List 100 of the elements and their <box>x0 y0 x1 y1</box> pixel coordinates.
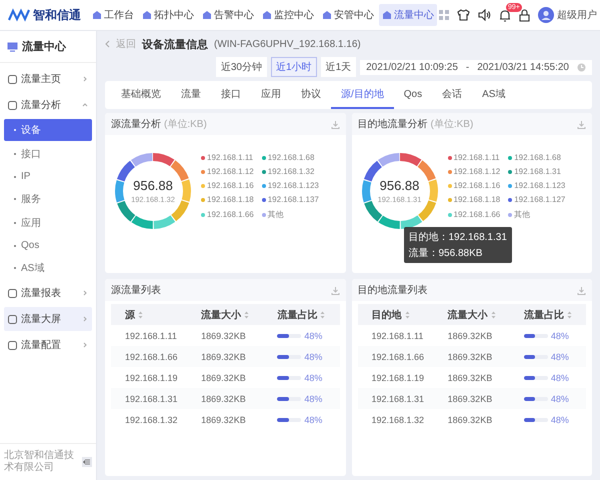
download-icon[interactable] <box>330 286 340 294</box>
sidebar-item[interactable]: 流量主页 <box>4 67 92 91</box>
nav-item[interactable]: 监控中心 <box>259 4 317 26</box>
tab[interactable]: 源/目的地 <box>331 81 394 109</box>
tab[interactable]: 应用 <box>251 81 291 109</box>
time-range-button[interactable]: 近30分钟 <box>216 57 267 77</box>
user-name[interactable]: 超级用户 <box>557 8 597 22</box>
sidebar-item[interactable]: 流量配置 <box>4 333 92 357</box>
sort-icon[interactable] <box>566 310 572 318</box>
legend-label[interactable]: 192.168.1.32 <box>268 167 314 176</box>
sort-icon[interactable] <box>320 310 326 318</box>
legend-label[interactable]: 192.168.1.66 <box>207 210 254 219</box>
legend-label[interactable]: 192.168.1.12 <box>454 167 500 176</box>
nav-item[interactable]: 安管中心 <box>319 4 377 26</box>
column-header[interactable]: 流量占比 <box>263 308 340 322</box>
clock-icon[interactable] <box>577 62 586 72</box>
tab[interactable]: 会话 <box>432 81 472 109</box>
download-icon[interactable] <box>330 120 340 128</box>
download-icon[interactable] <box>577 120 586 128</box>
table-cell-text: 1869.32KB <box>446 394 494 404</box>
tab[interactable]: 基础概览 <box>111 81 171 109</box>
sidebar-item[interactable]: 流量大屏 <box>4 307 92 331</box>
total-value: 956.88 <box>380 178 420 193</box>
legend-label[interactable]: 192.168.1.123 <box>514 181 566 190</box>
avatar-icon[interactable] <box>538 7 554 23</box>
sort-icon[interactable] <box>244 310 250 318</box>
share-value: 48% <box>304 352 322 362</box>
legend-label[interactable]: 192.168.1.31 <box>514 167 561 176</box>
column-header[interactable]: 源 <box>111 308 188 322</box>
table-cell-text: 1869.32KB <box>200 414 247 424</box>
share-value: 48% <box>550 352 569 362</box>
column-header[interactable]: 目的地 <box>358 308 434 322</box>
column-header[interactable]: 流量大小 <box>434 308 510 322</box>
collapse-icon[interactable] <box>82 457 92 467</box>
legend-label[interactable]: 192.168.1.11 <box>207 153 254 162</box>
sidebar-subitem[interactable]: 应用 <box>4 212 92 234</box>
nav-item[interactable]: 工作台 <box>89 4 137 26</box>
speaker-icon[interactable] <box>478 9 491 21</box>
legend-label[interactable]: 192.168.1.68 <box>514 153 561 162</box>
time-range-button[interactable]: 近1小时 <box>271 57 317 77</box>
legend-label[interactable]: 192.168.1.127 <box>514 195 566 204</box>
share-value: 48% <box>304 414 322 424</box>
nav-item[interactable]: 流量中心 <box>379 4 437 26</box>
sidebar-subitem[interactable]: 服务 <box>4 188 92 210</box>
lock-icon[interactable] <box>519 8 530 22</box>
legend-label[interactable]: 192.168.1.12 <box>207 167 254 176</box>
sidebar-subitem[interactable]: 接口 <box>4 143 92 165</box>
tab[interactable]: Qos <box>394 81 432 109</box>
sidebar-item[interactable]: 流量分析 <box>4 93 92 117</box>
tab[interactable]: 流量 <box>171 81 211 109</box>
module-icon <box>92 10 102 20</box>
grid-icon[interactable] <box>439 10 449 20</box>
tab[interactable]: AS域 <box>472 81 516 109</box>
back-icon[interactable] <box>105 40 110 48</box>
sort-icon[interactable] <box>138 310 143 318</box>
legend-label[interactable]: 192.168.1.66 <box>454 210 500 219</box>
legend-label[interactable]: 192.168.1.137 <box>268 195 319 204</box>
legend-label[interactable]: 192.168.1.68 <box>268 153 314 162</box>
download-icon[interactable] <box>577 286 586 294</box>
bell-icon[interactable] <box>499 8 511 22</box>
menu-item-icon <box>8 340 17 350</box>
tab[interactable]: 接口 <box>211 81 251 109</box>
card-title: 源流量分析 <box>111 118 161 131</box>
logo-icon <box>8 8 30 22</box>
legend-label[interactable]: 其他 <box>268 209 284 220</box>
legend-label[interactable]: 192.168.1.18 <box>454 195 500 204</box>
sidebar-subitem[interactable]: Qos <box>4 236 92 255</box>
caret-icon <box>82 290 88 296</box>
caret-icon <box>82 76 88 82</box>
sidebar-subitem[interactable]: AS域 <box>4 257 92 279</box>
sidebar-subitem[interactable]: 设备 <box>4 119 92 141</box>
caret-icon <box>82 102 88 108</box>
sidebar-subitem[interactable]: IP <box>4 167 92 186</box>
legend-label[interactable]: 192.168.1.18 <box>207 195 254 204</box>
time-range-button[interactable]: 近1天 <box>320 57 356 77</box>
legend-label[interactable]: 192.168.1.11 <box>454 153 500 162</box>
unit-label: (单位:KB) <box>430 118 474 131</box>
share-value: 48% <box>304 372 322 382</box>
sort-icon[interactable] <box>404 310 410 318</box>
date-range-field[interactable]: 2021/02/21 10:09:25 - 2021/03/21 14:55:20 <box>360 60 592 74</box>
total-value: 956.88 <box>133 178 173 193</box>
table-cell-text: 192.168.1.31 <box>124 394 179 404</box>
share-value: 48% <box>550 414 569 424</box>
nav-item[interactable]: 告警中心 <box>199 4 257 26</box>
nav-item[interactable]: 拓扑中心 <box>139 4 197 26</box>
share-value: 48% <box>550 330 569 340</box>
sort-icon[interactable] <box>490 310 496 318</box>
share-value: 48% <box>550 394 569 404</box>
menu-item-icon <box>8 314 17 324</box>
sidebar-item[interactable]: 流量报表 <box>4 281 92 305</box>
card-title: 源流量列表 <box>111 284 161 297</box>
legend-label[interactable]: 192.168.1.16 <box>207 181 254 190</box>
tab[interactable]: 协议 <box>291 81 331 109</box>
menu-item-icon <box>8 288 17 298</box>
legend-label[interactable]: 192.168.1.123 <box>268 181 319 190</box>
legend-label[interactable]: 192.168.1.16 <box>454 181 500 190</box>
legend-label[interactable]: 其他 <box>514 209 530 220</box>
shirt-icon[interactable] <box>457 9 470 21</box>
column-header[interactable]: 流量大小 <box>187 308 264 322</box>
column-header[interactable]: 流量占比 <box>510 308 586 322</box>
